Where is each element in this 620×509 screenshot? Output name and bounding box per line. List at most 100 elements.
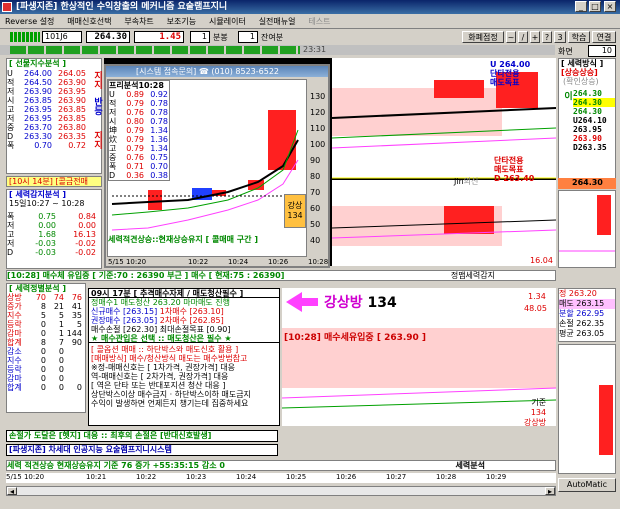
float-row: 고 0.79 1.34 [109,144,169,153]
float-row: 시 0.80 0.78 [109,117,169,126]
count-input[interactable]: 1 [238,31,258,43]
study-button[interactable]: 학습 [568,31,590,43]
power-row: 합계 8 7 90 [7,338,85,347]
plus-button[interactable]: + [530,31,540,43]
time-tick: 10:29 [486,473,507,481]
big-signal-value: 134 [367,295,397,311]
right-side-prices: 264.30 264.30 264.30 U264.10 263.95 263.90 D26… [573,89,615,152]
float-row-cell: 0.79 [126,99,144,108]
right-side-price: 263.90 [573,134,602,143]
menu-item-test[interactable]: 테스트 [303,14,335,29]
signal-area: 강상방 134 [10:28] 매수세유입중 [ 263.90 ] 1.34 4… [281,288,557,427]
time-tick: 10:27 [386,473,407,481]
time-tick: 10:26 [336,473,357,481]
futures-row-cell: 263.90 [24,87,52,96]
power-row: 감마 0 0 [7,374,85,383]
float-row-cell: 0.38 [150,171,168,180]
wave-row-cell: 고 [7,230,15,239]
slash-button[interactable]: / [518,31,528,43]
menu-item-reverse[interactable]: Reverse 설정 [0,14,59,29]
menu-item-manual[interactable]: 실전매뉴얼 [254,14,301,29]
arrow-button[interactable]: ? [542,31,552,43]
wave-row-cell: 저 [7,239,15,248]
power-col-header-cell: 74 [53,293,64,302]
close-button[interactable]: × [604,1,616,12]
float-row: D 0.36 0.38 [109,171,169,180]
float-row: 坤 0.79 1.34 [109,126,169,135]
futures-row: 저 263.95 263.85 [7,114,89,123]
menu-item-aux[interactable]: 보조기능 [162,14,201,29]
info-rule: ★ 매수관입은 선택 :: 매도청산은 필수 ★ [89,334,279,343]
power-row-cell: 0 [40,329,46,338]
float-row: 적 0.79 0.78 [109,99,169,108]
float-row-cell: 0.92 [150,90,168,99]
power-row-cell: 0 [40,347,46,356]
scroll-right-button[interactable]: ▸ [545,487,555,496]
power-rows: 상방 70 74 76 증가 8 21 41 지수 5 5 35 등락 0 1 5 감마 0 1 144 합계 8 7 90 감… [7,293,85,392]
power-row-cell: 41 [71,302,82,311]
wave-rows: 폭 0.75 0.84 저 0.00 0.00 고 1.68 16.13 저 -0.03 -0.02 D… [7,212,101,257]
scroll-left-button[interactable]: ◂ [7,487,17,496]
automatic-button[interactable]: AutoMatic [558,478,616,492]
futures-row-cell: 중 [7,123,15,132]
power-row: 감마 0 1 144 [7,329,85,338]
sub-toolbar-buttons[interactable] [10,46,300,54]
currency-button[interactable]: 화폐점정 [462,31,504,43]
wave-row: 저 -0.03 -0.02 [7,239,101,248]
info-notice7: 수익이 발생하면 언제든지 챙기는데 집중하세요 [91,399,249,408]
float-axis-tick: 130 [310,92,326,101]
right-side-price: 264.30 [573,107,602,116]
screen-label: 화면 [558,47,573,56]
float-window[interactable]: [시스템 접속문의] ☎ (010) 8523-6522 프리분석10:28 U… [104,64,330,268]
float-row: 炊 0.79 1.36 [109,135,169,144]
wave-row-cell: 폭 [7,212,15,221]
mid-bar-text: [10:28] 매수체 유입중 [ 기준:70 : 26390 부근 ] 매수 … [7,271,285,280]
interval-input[interactable]: 1 [190,31,210,43]
power-row: 감소 0 0 [7,347,85,356]
power-row-cell: 등락 [7,365,22,374]
float-row: U 0.89 0.92 [109,90,169,99]
menu-item-subchart[interactable]: 부속차트 [119,14,158,29]
code-select[interactable]: 101J6 [42,31,82,43]
power-row-cell: 5 [76,320,82,329]
right-side-signal2: (확인상승) [563,77,599,86]
warning-strip: [10시 14분] [콜금전매 [6,176,102,187]
scrollbar[interactable]: ◂ ▸ [6,486,556,496]
br-price1: 1.34 [528,292,546,301]
menu-item-signal[interactable]: 매매신호선택 [62,14,116,29]
float-table-rows: U 0.89 0.92 적 0.79 0.78 저 0.76 0.78 시 0.80 0.78 坤 0.7… [109,90,169,180]
float-axis-tick: 100 [310,140,326,149]
power-row: 합계 0 0 0 [7,383,85,392]
status-text: 세력 적견상승 현재상승유지 기준 76 증가 +55:35:15 감소 0 [7,461,225,470]
float-table-title: 프리분석10:28 [109,81,164,90]
futures-row-cell: 0.70 [34,141,52,150]
float-bottom-status: 세력적견상승::현재상승유지 [ 콜매매 구간 ] [108,234,302,245]
futures-row-cell: 폭 [7,141,15,150]
wave-panel: [ 세력감지분석 ] 15일10:27 ~ 10:28 폭 0.75 0.84 저 0.… [6,189,102,269]
power-row-cell: 0 [40,320,46,329]
power-row-cell: 감마 [7,329,22,338]
chart-label-lower: 단타전용 매도목표 D 263.40 [494,156,534,183]
power-row-cell: 5 [40,311,46,320]
power-row-cell: 지수 [7,356,22,365]
float-row-cell: 0.78 [150,99,168,108]
tilde-button[interactable]: ~ [506,31,516,43]
power-row-cell: 0 [58,383,64,392]
chart-button[interactable]: 3 [554,31,566,43]
maximize-button[interactable]: □ [589,1,601,12]
float-row-cell: 폭 [109,162,117,171]
futures-row-cell: 264.05 [58,69,86,78]
menu-item-simulator[interactable]: 시뮬레이터 [204,14,251,29]
br-son: 손절 262.35 [559,319,605,328]
ad-strip: [파생지존] 차세대 인공지능 요술램프지니시스템 [6,444,278,456]
gijun-value: 134 [530,408,547,417]
screen-number[interactable]: 10 [588,45,616,57]
state-label: [10:28] 매수세유입중 [ 263.90 ] [284,333,427,343]
power-row-cell: 35 [71,311,82,320]
wave-panel-header: [ 세력감지분석 ] [9,190,67,199]
menu-bar: Reverse 설정 매매신호선택 부속차트 보조기능 시뮬레이터 실전매뉴얼 … [0,14,620,29]
link-button[interactable]: 연결 [592,31,616,43]
minimize-button[interactable]: _ [575,1,587,12]
float-axis-tick: 120 [310,108,326,117]
power-row-cell: 144 [66,329,82,338]
